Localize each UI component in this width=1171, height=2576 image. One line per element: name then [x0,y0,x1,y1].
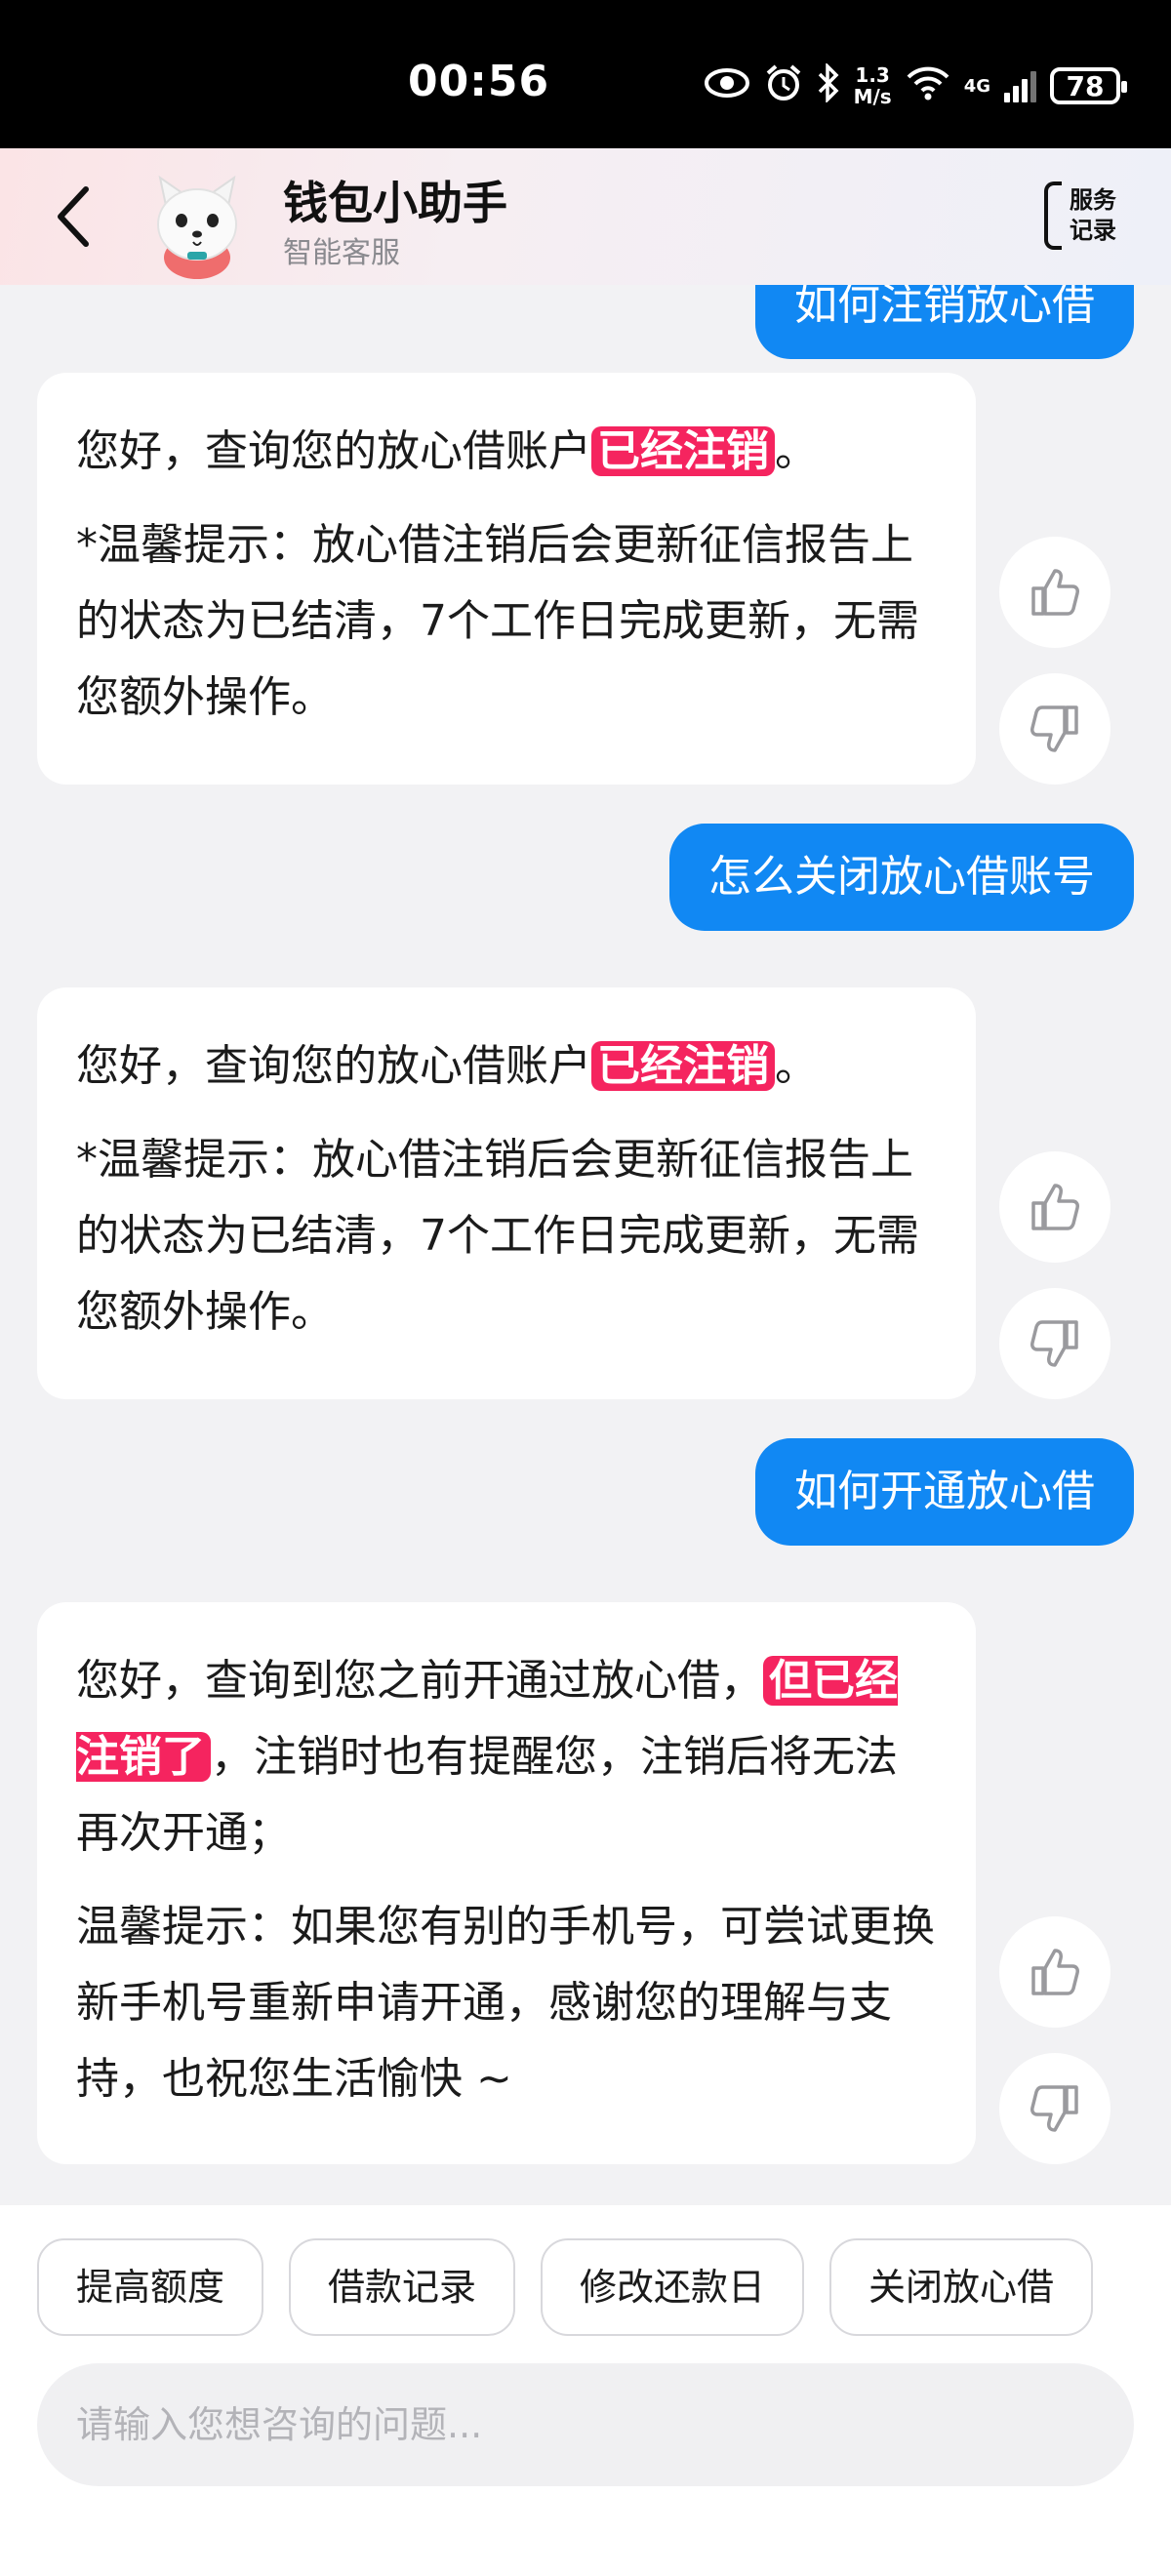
document-icon [1044,181,1062,250]
service-record-label-2: 记录 [1070,217,1116,244]
status-bar: 00:56 1.3 M/s 4G 78 [0,0,1171,148]
eye-icon [704,66,750,105]
thumbs-up-icon [1031,569,1079,616]
question-input[interactable] [37,2363,1134,2486]
user-message-text: 怎么关闭放心借账号 [708,852,1095,902]
bot-tip-text: *温馨提示：放心借注销后会更新征信报告上的状态为已结清，7个工作日完成更新，无需… [76,520,919,722]
dislike-button[interactable] [999,2053,1110,2164]
like-button[interactable] [999,1151,1110,1263]
avatar [139,156,256,279]
quick-reply-chip[interactable]: 修改还款日 [541,2238,805,2336]
dislike-button[interactable] [999,673,1110,785]
network-type: 4G [963,75,990,97]
quick-reply-chip[interactable]: 关闭放心借 [829,2238,1094,2336]
highlight-label: 已经注销 [591,1041,775,1091]
user-message-text: 如何开通放心借 [794,1467,1095,1516]
thumbs-down-icon [1030,705,1078,752]
status-time: 00:56 [408,57,550,106]
chat-header: 钱包小助手 智能客服 服务 记录 [0,148,1171,285]
bot-message-text: 您好，查询您的放心借账户 已经注销。 [76,1041,818,1091]
bluetooth-icon [817,61,840,108]
thumbs-up-icon [1031,1949,1079,1995]
chat-messages[interactable]: 如何注销放心借 您好，查询您的放心借账户 已经注销。 *温馨提示：放心借注销后会更… [0,285,1171,2205]
back-button[interactable] [47,178,105,256]
wifi-icon [906,65,950,106]
dislike-button[interactable] [999,1288,1110,1399]
status-icons: 1.3 M/s 4G 78 [704,57,1127,115]
like-button[interactable] [999,1916,1110,2028]
service-record-button[interactable]: 服务 记录 [1044,181,1124,252]
bot-message: 您好，查询到您之前开通过放心借， 但已经注销了 ，注销时也有提醒您，注销后将无法再次… [37,1602,976,2164]
battery-icon: 78 [1050,67,1127,104]
user-message: 如何开通放心借 [755,1438,1134,1546]
highlight-label: 已经注销 [591,426,775,476]
chevron-left-icon [58,186,89,247]
like-button[interactable] [999,537,1110,648]
quick-reply-chip[interactable]: 借款记录 [289,2238,516,2336]
alarm-icon [764,63,803,108]
bot-message-text: 您好，查询到您之前开通过放心借， 但已经注销了 ，注销时也有提醒您，注销后将无法再次… [76,1656,898,1858]
thumbs-down-icon [1030,2085,1078,2132]
bot-tip-text: 温馨提示：如果您有别的手机号，可尝试更换新手机号重新申请开通，感谢您的理解与支持… [76,1902,935,2104]
signal-icon [1004,69,1036,102]
service-record-label-1: 服务 [1070,186,1116,214]
page-title: 钱包小助手 [283,177,507,229]
bot-tip-text: *温馨提示：放心借注销后会更新征信报告上的状态为已结清，7个工作日完成更新，无需… [76,1135,919,1337]
user-message: 如何注销放心借 [755,285,1134,359]
thumbs-down-icon [1030,1320,1078,1367]
input-panel: 提高额度 借款记录 修改还款日 关闭放心借 [0,2205,1171,2576]
user-message: 怎么关闭放心借账号 [669,824,1134,931]
bot-message: 您好，查询您的放心借账户 已经注销。 *温馨提示：放心借注销后会更新征信报告上的状… [37,987,976,1399]
bot-message-text: 您好，查询您的放心借账户 已经注销。 [76,426,818,476]
user-message-text: 如何注销放心借 [794,285,1095,330]
bot-message: 您好，查询您的放心借账户 已经注销。 *温馨提示：放心借注销后会更新征信报告上的状… [37,373,976,785]
network-speed: 1.3 M/s [853,63,892,108]
thumbs-up-icon [1031,1184,1079,1230]
quick-replies: 提高额度 借款记录 修改还款日 关闭放心借 [37,2238,1094,2336]
quick-reply-chip[interactable]: 提高额度 [37,2238,264,2336]
page-subtitle: 智能客服 [283,236,400,270]
